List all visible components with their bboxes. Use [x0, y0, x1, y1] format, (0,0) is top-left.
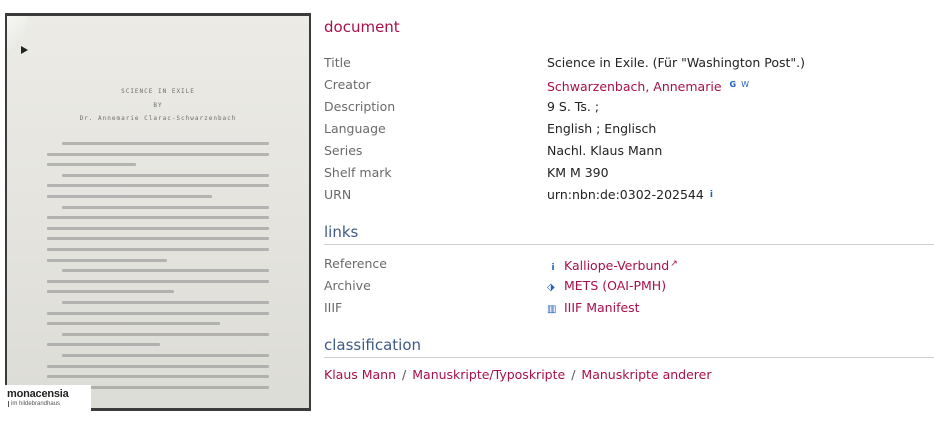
logo-subtext: im hildebrandhaus [8, 401, 60, 407]
typed-line [47, 195, 213, 198]
typed-line [62, 269, 269, 273]
typed-line [47, 226, 269, 230]
external-link-icon: ↗ [670, 259, 678, 269]
field-label: URN [324, 187, 352, 202]
info-icon: i [551, 263, 555, 273]
field-label: IIIF [324, 300, 343, 315]
typed-line [47, 290, 175, 294]
typed-line [47, 248, 269, 251]
corner-mark [21, 46, 28, 54]
typed-line [47, 311, 269, 315]
field-value: English ; Englisch [547, 121, 657, 136]
field-value: urn:nbn:de:0302-202544 i [547, 185, 713, 205]
section-heading-links: links [324, 223, 359, 241]
doc-heading-title: SCIENCE IN EXILE [121, 88, 195, 95]
typed-line [62, 354, 269, 357]
field-label: Series [324, 143, 363, 158]
field-label: Description [324, 99, 396, 114]
divider [324, 357, 934, 358]
field-label: Title [324, 55, 351, 70]
link-reference: Reference i Kalliope-Verbund↗ [324, 254, 934, 274]
typed-line [47, 343, 161, 347]
field-value: ⬗ METS (OAI-PMH) [547, 276, 666, 298]
classification-breadcrumb: Klaus Mann / Manuskripte/Typoskripte / Manus… [324, 365, 711, 385]
field-title: Title Science in Exile. (Für "Washington… [324, 53, 934, 73]
section-heading-classification: classification [324, 336, 422, 354]
crumb-separator: / [571, 367, 576, 382]
logo-text: monacensia [7, 388, 69, 400]
iiif-icon: ▥ [547, 304, 557, 315]
typed-line [47, 216, 269, 220]
info-icon[interactable]: i [710, 190, 713, 200]
field-language: Language English ; Englisch [324, 119, 934, 139]
typed-line [47, 322, 220, 326]
iiif-manifest-link[interactable]: IIIF Manifest [564, 300, 640, 315]
typed-line [47, 237, 269, 241]
field-value: KM M 390 [547, 165, 609, 180]
field-description: Description 9 S. Ts. ; [324, 97, 934, 117]
field-label: Language [324, 121, 386, 136]
typed-line [47, 364, 269, 368]
field-label: Shelf mark [324, 165, 392, 180]
section-heading-document: document [324, 18, 400, 36]
typed-line [62, 332, 269, 336]
typed-line [62, 205, 269, 209]
creator-surname-link[interactable]: Schwarzenbach [547, 79, 645, 94]
link-archive: Archive ⬗ METS (OAI-PMH) [324, 276, 934, 296]
urn-value: urn:nbn:de:0302-202544 [547, 187, 704, 202]
kalliope-link[interactable]: Kalliope-Verbund [564, 258, 669, 273]
wikipedia-icon[interactable]: W [741, 80, 749, 89]
typed-line [47, 152, 269, 156]
classification-crumb[interactable]: Klaus Mann [324, 367, 396, 382]
typed-line [47, 258, 167, 262]
creator-forename-link[interactable]: Annemarie [653, 79, 721, 94]
typed-line [62, 142, 269, 145]
divider [324, 244, 934, 245]
field-label: Reference [324, 256, 387, 271]
field-value: Nachl. Klaus Mann [547, 143, 663, 158]
field-creator: Creator Schwarzenbach, Annemarie GW [324, 75, 934, 95]
link-iiif: IIIF ▥ IIIF Manifest [324, 298, 934, 318]
field-label: Creator [324, 77, 371, 92]
field-shelf-mark: Shelf mark KM M 390 [324, 163, 934, 183]
field-label: Archive [324, 278, 371, 293]
document-page-image: SCIENCE IN EXILE BY Dr. Annemarie Clarac… [7, 16, 309, 408]
field-value: Science in Exile. (Für "Washington Post"… [547, 55, 806, 70]
monacensia-logo: monacensia im hildebrandhaus [5, 385, 91, 411]
field-value: i Kalliope-Verbund↗ [547, 254, 678, 278]
crumb-separator: / [402, 367, 407, 382]
typed-line [62, 173, 269, 177]
mets-link[interactable]: METS (OAI-PMH) [564, 278, 666, 293]
field-series: Series Nachl. Klaus Mann [324, 141, 934, 161]
tag-icon: ⬗ [547, 282, 555, 293]
doc-heading-by: BY [153, 102, 163, 109]
document-thumbnail[interactable]: SCIENCE IN EXILE BY Dr. Annemarie Clarac… [5, 13, 311, 411]
typed-line [47, 279, 269, 283]
field-urn: URN urn:nbn:de:0302-202544 i [324, 185, 934, 205]
classification-crumb[interactable]: Manuskripte anderer [581, 367, 711, 382]
typed-line [62, 301, 269, 304]
typed-line [47, 163, 137, 167]
classification-crumb[interactable]: Manuskripte/Typoskripte [412, 367, 565, 382]
gnd-icon[interactable]: G [730, 80, 737, 89]
field-value: ▥ IIIF Manifest [547, 298, 640, 320]
field-value: 9 S. Ts. ; [547, 99, 600, 114]
typed-line [47, 375, 269, 379]
doc-heading-author: Dr. Annemarie Clarac-Schwarzenbach [79, 115, 237, 122]
field-value: Schwarzenbach, Annemarie GW [547, 75, 749, 97]
typed-line [47, 184, 269, 188]
